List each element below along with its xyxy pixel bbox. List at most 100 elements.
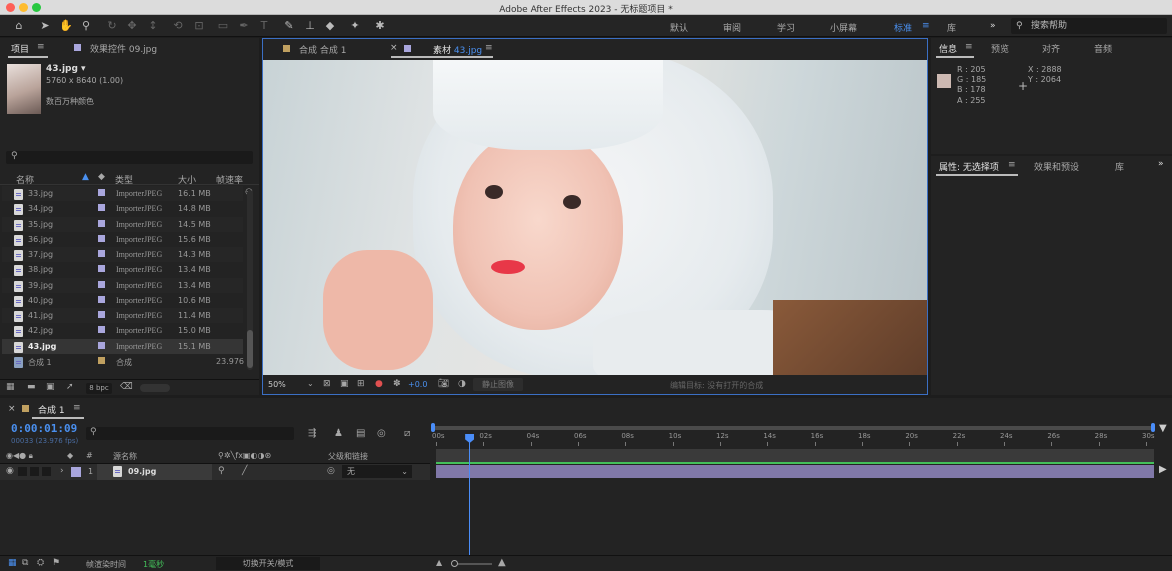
zoom-out-icon[interactable]: ▲ [436,558,442,567]
project-menu-icon[interactable]: ≡ [37,42,45,52]
interpret-footage-icon[interactable]: ▦ [6,382,15,392]
new-composition-icon[interactable]: ▣ [46,382,55,392]
zoom-tool-icon[interactable]: ⚲ [78,18,94,34]
label-color[interactable] [98,311,105,318]
time-ruler[interactable]: 00s 02s 04s 06s 08s 10s 12s 14s 16s 18s 20s 22s 24s 2… [432,432,1155,446]
label-color[interactable] [98,356,105,364]
shape-tool-icon[interactable]: ▭ [215,18,231,34]
delete-icon[interactable]: ⌫ [120,382,133,392]
clone-stamp-tool-icon[interactable]: ⊥ [302,18,318,34]
label-column-icon[interactable]: ◆ [67,451,73,460]
layer-duration-bar[interactable] [436,465,1154,478]
parent-select[interactable]: 无 ⌄ [342,465,412,478]
project-list-item[interactable]: 34.jpg ImporterJPEG 14.8 MB [2,201,243,216]
shy-layers-icon[interactable]: ♟ [334,428,343,439]
region-icon[interactable]: ▣ [340,379,349,389]
playhead[interactable] [465,434,475,555]
workspace-standard[interactable]: 标准 [894,21,912,34]
selection-tool-icon[interactable]: ➤ [37,18,53,34]
project-list-item[interactable]: 43.jpg ImporterJPEG 15.1 MB [2,338,243,354]
text-tool-icon[interactable]: T [256,18,272,34]
tab-effect-controls[interactable]: 效果控件 09.jpg [90,42,157,55]
exposure-reset-icon[interactable]: ✽ [393,379,401,389]
project-list-item[interactable]: 41.jpg ImporterJPEG 11.4 MB [2,308,243,323]
timeline-menu-icon[interactable]: ≡ [73,403,81,413]
layer-label-color[interactable] [71,467,81,477]
project-list-item[interactable]: 39.jpg ImporterJPEG 13.4 MB [2,277,243,293]
toggle-modes-icon[interactable]: ⛭ [37,558,44,568]
tab-audio[interactable]: 音频 [1094,42,1112,55]
channels-icon[interactable]: ● [375,379,383,389]
parent-header[interactable]: 父级和链接 [328,451,368,462]
scrollbar-thumb[interactable] [247,330,253,368]
tab-library[interactable]: 库 [1115,160,1124,173]
timeline-menu-toggle-icon[interactable]: ▼ [1159,423,1167,434]
toggle-layer-switches-icon[interactable]: ⧉ [22,558,28,568]
label-column-icon[interactable]: ◆ [98,172,105,182]
bpc-button[interactable]: 8 bpc [86,383,112,394]
layer-switches-header[interactable]: ⚲✲╲fx▣◐◑⊛ [218,451,271,460]
workspace-libraries[interactable]: 库 [947,21,956,34]
project-list-item[interactable]: 35.jpg ImporterJPEG 14.5 MB [2,216,243,232]
tab-effects-presets[interactable]: 效果和预设 [1034,160,1079,173]
exposure-value[interactable]: +0.0 [408,380,427,389]
grid-icon[interactable]: ⊞ [357,379,365,389]
new-folder-icon[interactable]: ▬ [27,382,36,392]
project-list-item[interactable]: 42.jpg ImporterJPEG 15.0 MB [2,323,243,338]
source-name-header[interactable]: 源名称 [113,451,137,462]
motion-blur-icon[interactable]: ◎ [377,428,386,439]
audio-toggle[interactable] [18,467,27,476]
workspace-menu-icon[interactable]: ≡ [922,21,930,31]
close-timeline-icon[interactable]: × [8,404,16,414]
project-list-item[interactable]: 36.jpg ImporterJPEG 15.6 MB [2,232,243,247]
shy-switch-icon[interactable]: ⚲ [218,466,225,476]
workspace-default[interactable]: 默认 [670,21,688,34]
label-color[interactable] [98,250,105,257]
fit-icon[interactable]: ⊠ [323,379,331,389]
puppet-tool-icon[interactable]: ✱ [372,18,388,34]
workspace-learn[interactable]: 学习 [777,21,795,34]
hand-tool-icon[interactable]: ✋ [58,18,74,34]
tab-footage[interactable]: 素材 43.jpg [433,43,482,56]
toggle-switches-modes-button[interactable]: 切换开关/模式 [216,557,320,570]
timeline-search-input[interactable]: ⚲ [86,427,294,440]
zoom-in-icon[interactable]: ▲ [498,557,506,568]
render-icon[interactable]: ➚ [66,382,74,392]
info-menu-icon[interactable]: ≡ [965,42,973,52]
roto-brush-tool-icon[interactable]: ✦ [347,18,363,34]
label-color[interactable] [98,265,105,273]
column-fps[interactable]: 帧速率 [216,173,243,186]
current-timecode[interactable]: 0:00:01:09 [11,422,77,435]
help-search-input[interactable]: ⚲ 搜索帮助 [1011,18,1167,34]
work-area-end-handle[interactable] [1151,423,1155,432]
camera-tool-icon[interactable]: ✥ [124,18,140,34]
timeline-zoom-slider[interactable] [451,560,492,567]
work-area-start-handle[interactable] [431,423,435,432]
layer-row[interactable]: ◉ › 1 09.jpg ⚲ ╱ ◎ 无 ⌄ [0,464,430,480]
label-color[interactable] [98,204,105,212]
label-color[interactable] [98,326,105,334]
label-color[interactable] [98,219,105,227]
rotate-tool-icon[interactable]: ↻ [104,18,120,34]
frame-blending-icon[interactable]: ▤ [356,428,365,439]
properties-menu-icon[interactable]: ≡ [1008,160,1016,170]
workspace-overflow-icon[interactable]: » [990,21,996,31]
visibility-eye-icon[interactable]: ◉ [6,466,14,476]
workspace-small-screen[interactable]: 小屏幕 [830,21,857,34]
graph-editor-icon[interactable]: ⧄ [404,428,410,439]
toggle-in-out-icon[interactable]: ⚑ [52,558,60,568]
sort-icon[interactable]: ▲ [82,172,89,182]
thumbnail-size-slider[interactable] [140,384,170,392]
column-size[interactable]: 大小 [178,173,196,186]
workspace-review[interactable]: 审阅 [723,21,741,34]
lock-toggle[interactable] [42,467,51,476]
project-search-input[interactable]: ⚲ [6,151,253,164]
work-area-bar[interactable] [431,423,1155,432]
snapshot-icon[interactable]: 📷︎ [438,379,449,389]
expand-chevron-icon[interactable]: › [60,466,64,476]
tab-composition[interactable]: 合成 合成 1 [299,43,346,56]
tab-preview[interactable]: 预览 [991,42,1009,55]
project-scrollbar[interactable] [247,190,253,370]
home-icon[interactable]: ⌂ [11,18,27,34]
tab-align[interactable]: 对齐 [1042,42,1060,55]
